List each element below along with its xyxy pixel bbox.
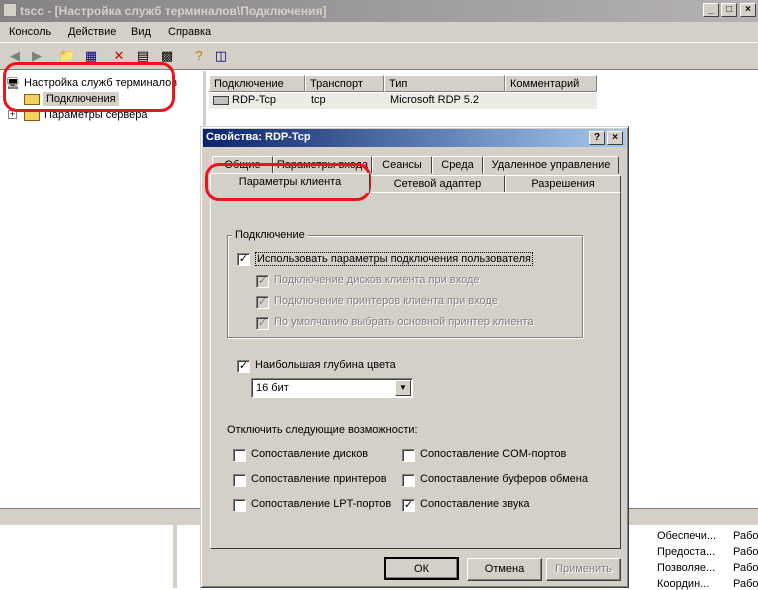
bottom-divider (173, 525, 177, 588)
tab-permissions[interactable]: Разрешения (505, 175, 621, 193)
map-printers-checkbox[interactable] (233, 474, 246, 487)
ok-button[interactable]: ОК (384, 557, 459, 580)
bottom-col2-item: Рабо (733, 546, 758, 558)
close-button[interactable]: × (740, 3, 756, 17)
tree-root[interactable]: Настройка служб терминалов (24, 77, 177, 89)
up-folder-icon[interactable]: 📁 (58, 48, 76, 64)
computer-icon: 🖥 (6, 78, 20, 90)
map-clipboard-label[interactable]: Сопоставление буферов обмена (420, 473, 588, 485)
menu-console[interactable]: Консоль (9, 26, 51, 38)
tab-panel-client-settings: Подключение ✓ Использовать параметры под… (210, 192, 621, 549)
column-transport[interactable]: Транспорт (305, 75, 384, 92)
forward-icon[interactable]: ▶ (28, 48, 46, 64)
show-tree-icon[interactable]: ▦ (82, 48, 100, 64)
tree-item-server-settings[interactable]: Параметры сервера (44, 109, 148, 121)
bottom-col1-item: Предоста... (657, 546, 716, 558)
app-icon (3, 3, 17, 17)
dialog-help-button[interactable]: ? (589, 131, 605, 145)
tab-remote-control[interactable]: Удаленное управление (483, 156, 619, 174)
disable-features-label: Отключить следующие возможности: (227, 424, 418, 436)
map-com-label[interactable]: Сопоставление COM-портов (420, 448, 566, 460)
bottom-col1-item: Обеспечи... (657, 530, 717, 542)
tree-pane: 🖥 Настройка служб терминалов Подключения… (0, 71, 206, 508)
column-type[interactable]: Тип (384, 75, 505, 92)
cell-connection: RDP-Tcp (232, 94, 277, 106)
bottom-col2-item: Рабо (733, 530, 758, 542)
maximize-button[interactable]: □ (721, 3, 737, 17)
max-color-depth-checkbox[interactable]: ✓ (237, 360, 250, 373)
cancel-button[interactable]: Отмена (467, 558, 542, 581)
delete-icon[interactable]: ✕ (110, 48, 128, 64)
dialog-title: Свойства: RDP-Tcp (206, 131, 311, 143)
dialog-titlebar: Свойства: RDP-Tcp ? × (203, 129, 626, 147)
window-title: tscc - [Настройка служб терминалов\Подкл… (20, 4, 327, 18)
map-audio-label[interactable]: Сопоставление звука (420, 498, 530, 510)
tab-environment[interactable]: Среда (432, 156, 483, 174)
menu-action[interactable]: Действие (68, 26, 116, 38)
tree-item-connections[interactable]: Подключения (43, 92, 119, 106)
map-drives-label[interactable]: Сопоставление дисков (251, 448, 368, 460)
menu-view[interactable]: Вид (131, 26, 151, 38)
export-icon[interactable]: ▩ (158, 48, 176, 64)
dialog-close-button[interactable]: × (607, 131, 623, 145)
map-drives-checkbox[interactable] (233, 449, 246, 462)
connection-icon (213, 96, 229, 105)
properties-icon[interactable]: ▤ (134, 48, 152, 64)
toolbar: ◀ ▶ 📁 ▦ ✕ ▤ ▩ ? ◫ (0, 42, 758, 70)
panel-icon[interactable]: ◫ (212, 48, 230, 64)
chevron-down-icon[interactable]: ▼ (395, 380, 411, 396)
default-printer-label[interactable]: По умолчанию выбрать основной принтер кл… (274, 316, 534, 328)
table-row[interactable]: RDP-Tcp tcp Microsoft RDP 5.2 (209, 93, 597, 109)
map-com-checkbox[interactable] (402, 449, 415, 462)
tab-client-settings[interactable]: Параметры клиента (210, 173, 370, 193)
map-client-drives-checkbox[interactable]: ✓ (256, 275, 269, 288)
folder-icon (24, 110, 40, 121)
column-connection[interactable]: Подключение (209, 75, 305, 92)
tab-general[interactable]: Общие (212, 156, 273, 174)
color-depth-select[interactable]: 16 бит ▼ (251, 378, 413, 398)
minimize-button[interactable]: _ (703, 3, 719, 17)
cell-transport: tcp (311, 94, 326, 106)
default-printer-checkbox[interactable]: ✓ (256, 317, 269, 330)
tab-logon-settings[interactable]: Параметры входа (273, 156, 372, 174)
help-icon[interactable]: ? (190, 48, 208, 64)
apply-button[interactable]: Применить (546, 558, 621, 581)
menu-help[interactable]: Справка (168, 26, 211, 38)
map-lpt-label[interactable]: Сопоставление LPT-портов (251, 498, 391, 510)
menu-bar: Консоль Действие Вид Справка (0, 22, 758, 42)
properties-dialog: Свойства: RDP-Tcp ? × Общие Параметры вх… (200, 126, 629, 588)
folder-icon (24, 94, 40, 105)
cell-type: Microsoft RDP 5.2 (390, 94, 480, 106)
map-lpt-checkbox[interactable] (233, 499, 246, 512)
window-titlebar: tscc - [Настройка служб терминалов\Подкл… (0, 0, 758, 22)
expand-icon[interactable]: + (8, 110, 17, 119)
bottom-col1-item: Позволяе... (657, 562, 716, 574)
map-client-printers-checkbox[interactable]: ✓ (256, 296, 269, 309)
color-depth-value: 16 бит (256, 382, 289, 394)
max-color-depth-label[interactable]: Наибольшая глубина цвета (255, 359, 396, 371)
bottom-col1-item: Координ... (657, 578, 710, 590)
tab-network-adapter[interactable]: Сетевой адаптер (370, 175, 505, 193)
back-icon[interactable]: ◀ (6, 48, 24, 64)
map-clipboard-checkbox[interactable] (402, 474, 415, 487)
map-audio-checkbox[interactable]: ✓ (402, 499, 415, 512)
bottom-col2-item: Рабо (733, 578, 758, 590)
tab-sessions[interactable]: Сеансы (372, 156, 432, 174)
use-user-settings-label[interactable]: Использовать параметры подключения польз… (255, 252, 533, 266)
map-client-printers-label[interactable]: Подключение принтеров клиента при входе (274, 295, 498, 307)
bottom-col2-item: Рабо (733, 562, 758, 574)
use-user-settings-checkbox[interactable]: ✓ (237, 253, 250, 266)
map-client-drives-label[interactable]: Подключение дисков клиента при входе (274, 274, 480, 286)
map-printers-label[interactable]: Сопоставление принтеров (251, 473, 387, 485)
column-comment[interactable]: Комментарий (505, 75, 597, 92)
connection-group-label: Подключение (232, 229, 308, 241)
